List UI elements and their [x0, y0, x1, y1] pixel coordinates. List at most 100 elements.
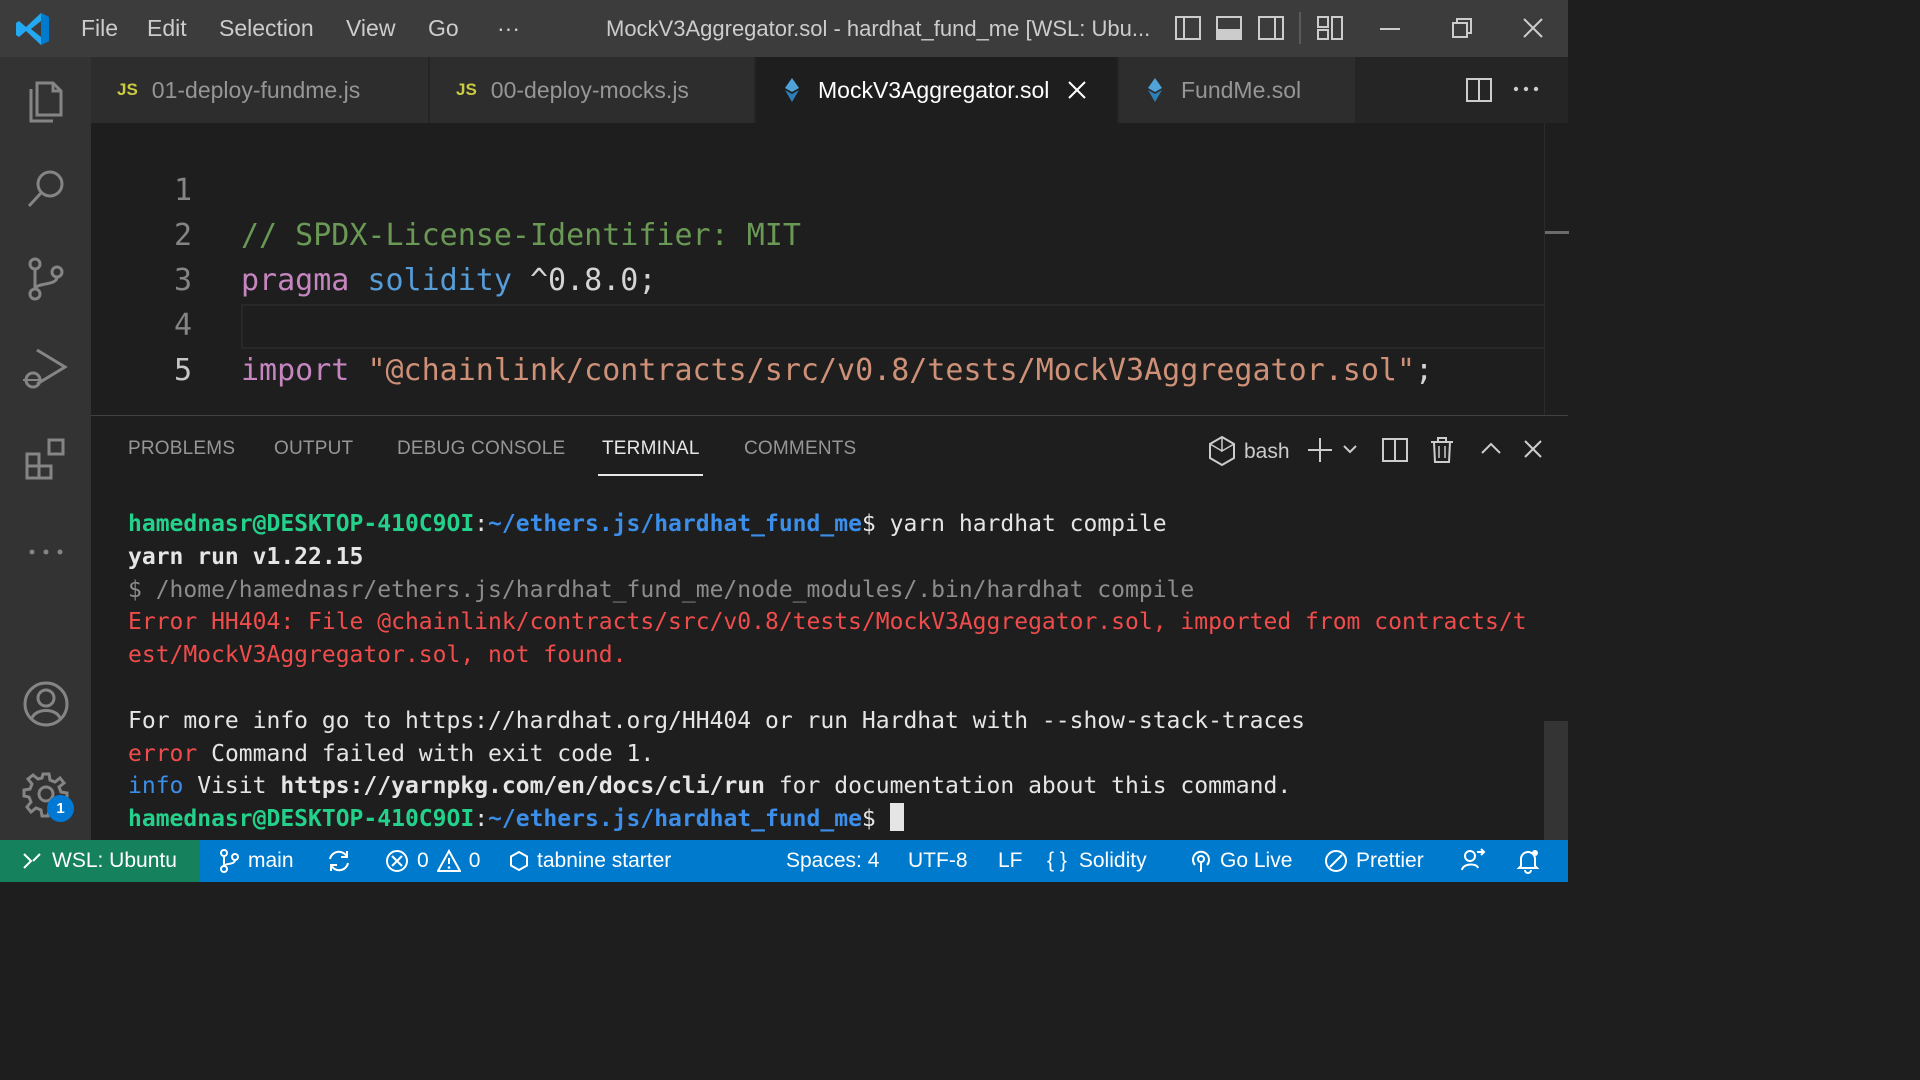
code-line: 1 // SPDX-License-Identifier: MIT: [91, 123, 1568, 253]
menu-file[interactable]: File: [81, 0, 118, 57]
menu-selection[interactable]: Selection: [219, 0, 314, 57]
tab-output[interactable]: OUTPUT: [274, 438, 353, 460]
terminal-output[interactable]: hamednasr@DESKTOP-410C9OI:~/ethers.js/ha…: [128, 508, 1548, 836]
code-line: 5: [91, 303, 1568, 388]
tab-mockv3aggregator[interactable]: MockV3Aggregator.sol: [756, 57, 1118, 123]
live-share-icon[interactable]: [1460, 840, 1494, 882]
solidity-file-icon: [1147, 77, 1163, 103]
solidity-file-icon: [784, 77, 800, 103]
tab-debug-console[interactable]: DEBUG CONSOLE: [397, 438, 565, 460]
chevron-down-icon[interactable]: [1342, 443, 1358, 455]
remote-icon: [23, 853, 41, 869]
code-editor[interactable]: 1 // SPDX-License-Identifier: MIT 2 prag…: [91, 123, 1569, 415]
window-title: MockV3Aggregator.sol - hardhat_fund_me […: [606, 16, 1151, 41]
go-live-button[interactable]: Go Live: [1190, 840, 1292, 882]
minimize-icon[interactable]: [1377, 14, 1403, 42]
eol-indicator[interactable]: LF: [998, 840, 1023, 882]
split-editor-icon[interactable]: [1465, 76, 1493, 104]
error-count: 0: [417, 849, 429, 872]
explorer-icon[interactable]: [0, 60, 91, 140]
code-text: ;: [1415, 353, 1434, 388]
more-views-icon[interactable]: [0, 512, 91, 592]
editor-tab-bar: JS 01-deploy-fundme.js JS 00-deploy-mock…: [91, 57, 1568, 123]
code-string: "@chainlink/contracts/src/v0.8/tests/Moc…: [367, 353, 1416, 388]
active-tab-indicator: [598, 474, 703, 476]
toggle-secondary-sidebar-icon[interactable]: [1257, 14, 1285, 42]
split-terminal-icon[interactable]: [1381, 436, 1409, 464]
language-mode[interactable]: { } Solidity: [1047, 840, 1147, 882]
tab-00-deploy-mocks[interactable]: JS 00-deploy-mocks.js: [430, 57, 755, 123]
tab-comments[interactable]: COMMENTS: [744, 438, 856, 460]
encoding-indicator[interactable]: UTF-8: [908, 840, 968, 882]
code-line: 4 import "@chainlink/contracts/src/v0.8/…: [91, 258, 1568, 388]
accounts-icon[interactable]: [0, 664, 91, 744]
broadcast-icon: [1192, 850, 1210, 872]
terminal-cursor: [889, 803, 904, 832]
indentation-indicator[interactable]: Spaces: 4: [786, 840, 879, 882]
manage-gear-icon[interactable]: [0, 754, 91, 834]
toggle-primary-sidebar-icon[interactable]: [1174, 14, 1202, 42]
extensions-icon[interactable]: [0, 419, 91, 499]
toggle-panel-icon[interactable]: [1215, 14, 1243, 42]
bottom-panel: PROBLEMS OUTPUT DEBUG CONSOLE TERMINAL C…: [91, 415, 1568, 841]
terminal-shell-name[interactable]: bash: [1244, 440, 1290, 464]
tab-label: MockV3Aggregator.sol: [818, 76, 1050, 103]
trash-icon[interactable]: [1429, 436, 1455, 464]
terminal-line: hamednasr@DESKTOP-410C9OI:~/ethers.js/ha…: [128, 803, 1548, 836]
terminal-error-line: est/MockV3Aggregator.sol, not found.: [128, 642, 627, 669]
close-panel-icon[interactable]: [1523, 439, 1543, 459]
status-bar: WSL: Ubuntu main 0 0 tabnine starter Spa…: [0, 840, 1568, 882]
code-keyword: import: [241, 353, 350, 388]
warning-count: 0: [468, 849, 481, 872]
close-tab-icon[interactable]: [1067, 80, 1087, 100]
info-pre: Visit: [183, 773, 281, 800]
sync-icon[interactable]: [326, 840, 360, 882]
tabnine-indicator[interactable]: tabnine starter: [509, 840, 671, 882]
source-control-icon[interactable]: [0, 239, 91, 319]
terminal-line: hamednasr@DESKTOP-410C9OI:~/ethers.js/ha…: [128, 511, 1167, 537]
terminal-line: For more info go to https://hardhat.org/…: [128, 707, 1306, 734]
menu-more[interactable]: ···: [497, 0, 520, 57]
prompt-path: ~/ethers.js/hardhat_fund_me: [488, 511, 862, 537]
terminal-shell-icon: [1208, 435, 1236, 467]
terminal-line: yarn run v1.22.15: [128, 543, 364, 570]
info-link[interactable]: https://yarnpkg.com/en/docs/cli/run: [280, 773, 765, 799]
tabnine-label: tabnine starter: [537, 849, 672, 872]
tab-label: 01-deploy-fundme.js: [151, 76, 361, 103]
branch-indicator[interactable]: main: [218, 840, 294, 882]
tab-label: FundMe.sol: [1181, 76, 1302, 103]
activity-bar: 1: [0, 57, 91, 840]
restore-icon[interactable]: [1449, 14, 1475, 42]
prettier-indicator[interactable]: Prettier: [1324, 840, 1424, 882]
problems-indicator[interactable]: 0 0: [385, 840, 480, 882]
customize-layout-icon[interactable]: [1316, 14, 1344, 42]
menu-edit[interactable]: Edit: [147, 0, 187, 57]
terminal-line: $ /home/hamednasr/ethers.js/hardhat_fund…: [128, 576, 1195, 603]
maximize-panel-icon[interactable]: [1480, 440, 1502, 456]
remote-indicator[interactable]: WSL: Ubuntu: [0, 840, 200, 882]
menu-view[interactable]: View: [346, 0, 395, 57]
menu-go[interactable]: Go: [428, 0, 459, 57]
close-window-icon[interactable]: [1520, 14, 1546, 42]
tab-fundme-sol[interactable]: FundMe.sol: [1119, 57, 1356, 123]
tab-01-deploy-fundme[interactable]: JS 01-deploy-fundme.js: [91, 57, 429, 123]
terminal-scrollbar[interactable]: [1544, 721, 1568, 841]
remote-label: WSL: Ubuntu: [52, 849, 177, 872]
error-icon: [386, 850, 408, 872]
editor-scrollbar[interactable]: [1544, 123, 1569, 415]
go-live-label: Go Live: [1220, 849, 1293, 872]
search-icon[interactable]: [0, 149, 91, 229]
new-terminal-icon[interactable]: [1306, 436, 1334, 464]
error-label: error: [128, 740, 198, 767]
more-actions-icon[interactable]: [1513, 86, 1539, 92]
tab-problems[interactable]: PROBLEMS: [128, 438, 235, 460]
prettier-label: Prettier: [1356, 849, 1424, 872]
terminal-command: yarn hardhat compile: [875, 511, 1167, 537]
tab-terminal[interactable]: TERMINAL: [602, 438, 700, 460]
notifications-bell-icon[interactable]: [1516, 840, 1548, 882]
run-and-debug-icon[interactable]: [0, 329, 91, 409]
title-bar: File Edit Selection View Go ··· MockV3Ag…: [0, 0, 1568, 57]
code-line: 3: [91, 213, 1568, 298]
braces-icon: { }: [1047, 849, 1067, 872]
